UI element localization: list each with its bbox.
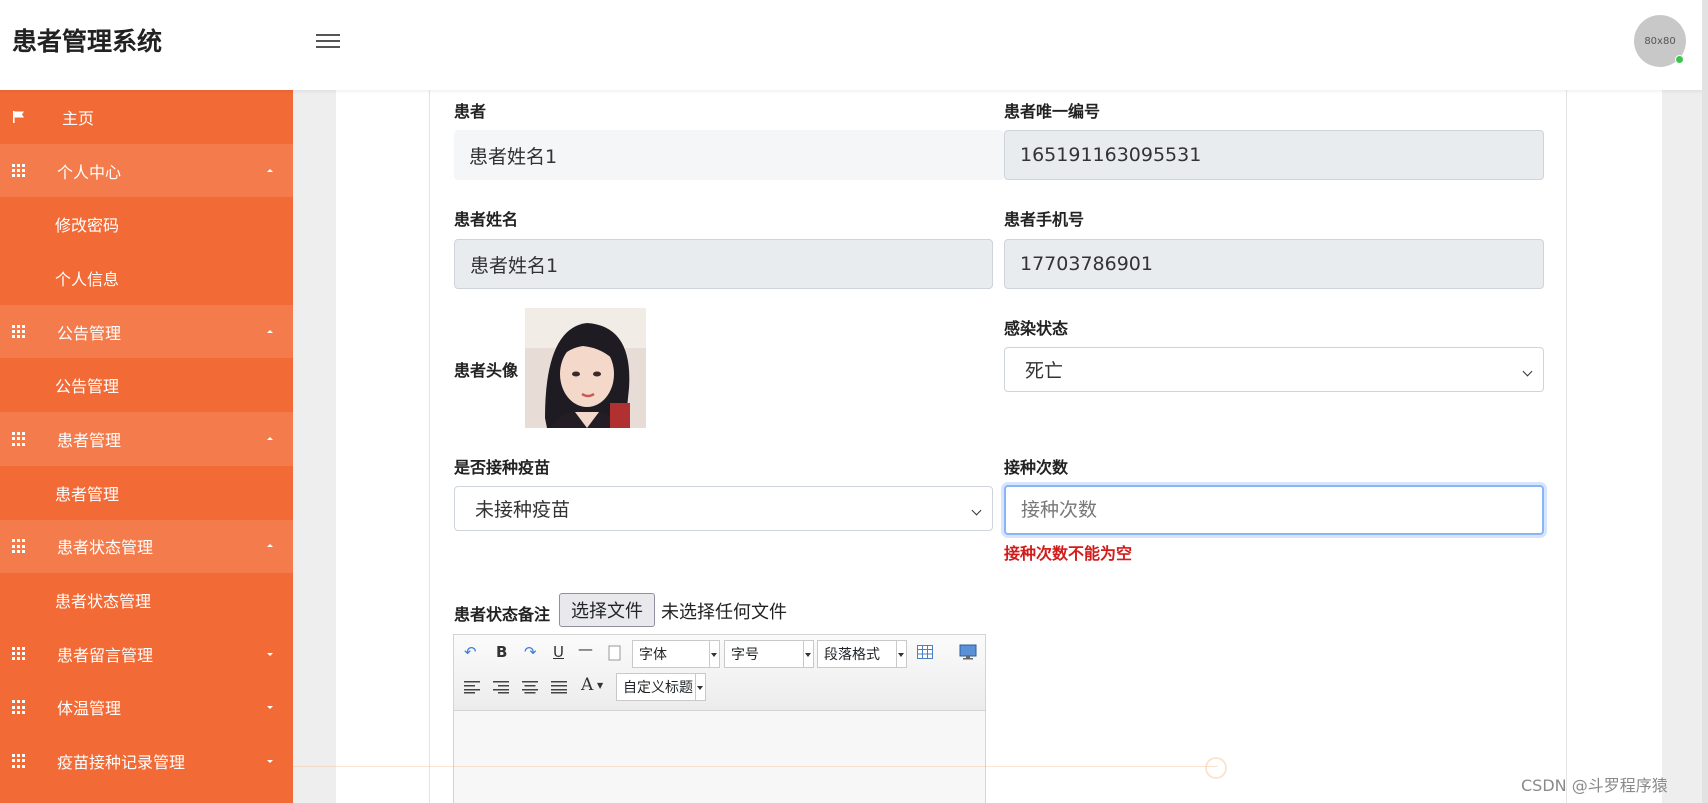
sidebar-item-label: 主页 xyxy=(62,108,95,128)
align-right-icon[interactable] xyxy=(493,680,509,694)
sidebar-item-label: 个人中心 xyxy=(57,162,122,182)
flag-icon xyxy=(13,110,24,123)
caret-up-icon xyxy=(267,329,273,333)
editor-toolbar: ↶ B ↷ U — 字体 字号 段落格式 A ▼ 自定义标题 xyxy=(454,635,985,711)
caret-up-icon xyxy=(267,436,273,440)
grid-icon xyxy=(12,700,26,715)
patient-name-field: 患者姓名1 xyxy=(454,239,993,289)
patient-avatar-image[interactable] xyxy=(525,308,646,428)
underline-button[interactable]: U xyxy=(553,643,564,661)
sidebar-item-label: 疫苗接种记录管理 xyxy=(57,753,186,773)
sidebar-item-label: 患者状态管理 xyxy=(57,538,154,558)
sidebar-section-patients[interactable]: 患者管理 xyxy=(0,412,293,466)
caret-up-icon xyxy=(267,544,273,548)
font-family-dropdown[interactable]: 字体 xyxy=(632,640,720,668)
choose-file-button[interactable]: 选择文件 xyxy=(559,593,655,627)
online-status-icon xyxy=(1675,55,1684,64)
align-center-icon[interactable] xyxy=(522,680,538,694)
sidebar-item-patients[interactable]: 患者管理 xyxy=(0,466,293,520)
new-document-icon[interactable] xyxy=(608,645,622,661)
sidebar-section-vaccination-records[interactable]: 疫苗接种记录管理 xyxy=(0,734,293,788)
caret-down-icon xyxy=(267,760,273,764)
dose-count-input[interactable] xyxy=(1021,499,1516,521)
watermark: CSDN @斗罗程序猿 xyxy=(1521,776,1668,795)
patient-name-label: 患者姓名 xyxy=(454,210,519,229)
file-status-text: 未选择任何文件 xyxy=(661,602,787,623)
sidebar-item-announcements[interactable]: 公告管理 xyxy=(0,358,293,412)
sidebar-section-patient-messages[interactable]: 患者留言管理 xyxy=(0,627,293,681)
patient-label: 患者 xyxy=(454,102,487,121)
caret-down-icon xyxy=(267,652,273,656)
grid-icon xyxy=(12,431,26,446)
sidebar-item-patient-status[interactable]: 患者状态管理 xyxy=(0,573,293,627)
vaccinated-select[interactable]: 未接种疫苗 xyxy=(454,486,993,531)
vaccinated-label: 是否接种疫苗 xyxy=(454,458,551,477)
dose-count-error: 接种次数不能为空 xyxy=(1004,544,1133,563)
font-color-button[interactable]: A xyxy=(581,675,593,695)
sidebar-item-label: 患者管理 xyxy=(57,430,122,450)
grid-icon xyxy=(12,646,26,661)
sidebar-item-label: 公告管理 xyxy=(57,323,122,343)
align-justify-icon[interactable] xyxy=(551,680,567,694)
grid-icon xyxy=(12,324,26,339)
editor-content-area[interactable] xyxy=(454,711,985,803)
dose-count-field[interactable] xyxy=(1004,485,1544,535)
sidebar-item-change-password[interactable]: 修改密码 xyxy=(0,197,293,251)
sidebar-item-personal-info[interactable]: 个人信息 xyxy=(0,251,293,305)
dose-count-label: 接种次数 xyxy=(1004,458,1069,477)
top-bar: 患者管理系统 80x80 xyxy=(0,0,1708,90)
align-left-icon[interactable] xyxy=(464,680,480,694)
slider-handle xyxy=(1205,757,1227,779)
patient-avatar-label: 患者头像 xyxy=(454,361,519,380)
table-icon[interactable] xyxy=(917,645,933,659)
rich-text-editor: ↶ B ↷ U — 字体 字号 段落格式 A ▼ 自定义标题 xyxy=(453,634,986,803)
font-size-dropdown[interactable]: 字号 xyxy=(724,640,814,668)
infection-status-label: 感染状态 xyxy=(1004,319,1069,338)
patient-phone-label: 患者手机号 xyxy=(1004,210,1085,229)
bold-button[interactable]: B xyxy=(496,643,507,661)
grid-icon xyxy=(12,163,26,178)
status-note-label: 患者状态备注 xyxy=(454,605,551,624)
sidebar-item-label: 患者留言管理 xyxy=(57,645,154,665)
preview-icon[interactable] xyxy=(959,644,977,660)
scrollbar[interactable] xyxy=(1702,0,1708,803)
caret-up-icon xyxy=(267,168,273,172)
patient-field[interactable]: 患者姓名1 xyxy=(454,130,1004,180)
sidebar-section-announcements[interactable]: 公告管理 xyxy=(0,304,293,359)
undo-icon[interactable]: ↶ xyxy=(464,643,477,661)
redo-icon[interactable]: ↷ xyxy=(524,643,537,661)
grid-icon xyxy=(12,754,26,768)
paragraph-format-dropdown[interactable]: 段落格式 xyxy=(817,640,907,668)
patient-phone-field: 17703786901 xyxy=(1004,239,1544,289)
sidebar-item-home[interactable]: 主页 xyxy=(0,90,293,144)
sidebar-section-patient-status[interactable]: 患者状态管理 xyxy=(0,519,293,574)
font-color-dropdown-icon[interactable]: ▼ xyxy=(597,681,603,690)
app-title: 患者管理系统 xyxy=(12,27,163,56)
menu-toggle-icon[interactable] xyxy=(314,30,342,52)
horizontal-rule-icon[interactable]: — xyxy=(578,640,593,658)
sidebar-item-label: 体温管理 xyxy=(57,699,122,719)
sidebar-section-temperature[interactable]: 体温管理 xyxy=(0,681,293,735)
sidebar: 主页 个人中心 修改密码 个人信息 公告管理 公告管理 患者管理 患者管理 患者… xyxy=(0,90,293,803)
grid-icon xyxy=(12,539,26,553)
patient-id-label: 患者唯一编号 xyxy=(1004,102,1101,121)
custom-title-dropdown[interactable]: 自定义标题 xyxy=(616,673,706,701)
sidebar-section-personal-center[interactable]: 个人中心 xyxy=(0,143,293,198)
patient-id-field: 165191163095531 xyxy=(1004,130,1544,180)
caret-down-icon xyxy=(267,706,273,710)
infection-status-select[interactable]: 死亡 xyxy=(1004,347,1544,392)
